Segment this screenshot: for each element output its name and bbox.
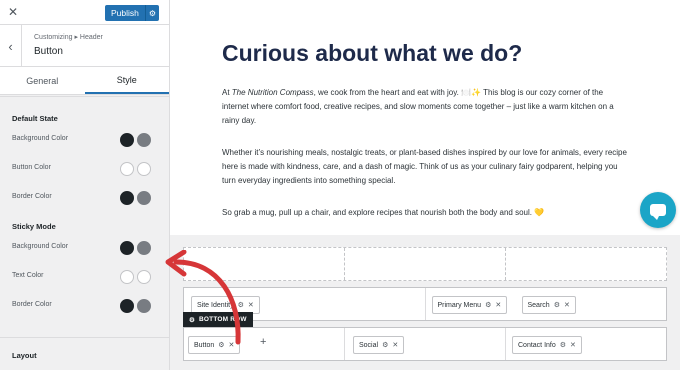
close-icon[interactable]: ✕ bbox=[495, 301, 501, 309]
row-label: Border Color bbox=[12, 301, 52, 308]
group-title-layout: Layout bbox=[12, 351, 37, 360]
color-swatch[interactable] bbox=[137, 191, 151, 205]
gear-icon[interactable]: ⚙ bbox=[382, 341, 388, 349]
annotation-arrow bbox=[165, 250, 241, 345]
color-swatch[interactable] bbox=[137, 133, 151, 147]
add-item-icon[interactable]: + bbox=[260, 336, 266, 348]
row-label: Border Color bbox=[12, 193, 52, 200]
chat-bubble-icon bbox=[650, 204, 666, 220]
chevron-left-icon[interactable]: ‹ bbox=[0, 25, 22, 67]
paragraph-intro: At The Nutrition Compass, we cook from t… bbox=[222, 86, 630, 128]
close-icon[interactable]: ✕ bbox=[392, 341, 398, 349]
builder-top-row bbox=[183, 247, 667, 281]
color-swatches bbox=[120, 162, 151, 176]
page-title: Curious about what we do? bbox=[222, 40, 523, 66]
chat-button[interactable] bbox=[640, 192, 676, 228]
row-label: Button Color bbox=[12, 164, 51, 171]
color-swatch[interactable] bbox=[120, 133, 134, 147]
builder-item-contact-info[interactable]: Contact Info ⚙ ✕ bbox=[512, 336, 582, 354]
builder-item-primary-menu[interactable]: Primary Menu ⚙ ✕ bbox=[431, 296, 508, 314]
color-swatch[interactable] bbox=[120, 270, 134, 284]
customizer-topbar: ✕ Publish ⚙ bbox=[0, 0, 169, 25]
tab-style[interactable]: Style bbox=[84, 67, 169, 94]
row-label: Text Color bbox=[12, 272, 44, 279]
color-swatches bbox=[120, 191, 151, 205]
tab-general[interactable]: General bbox=[0, 67, 85, 94]
gear-icon[interactable]: ⚙ bbox=[485, 301, 491, 309]
color-swatch[interactable] bbox=[137, 162, 151, 176]
publish-label: Publish bbox=[111, 8, 139, 18]
gear-icon[interactable]: ⚙ bbox=[145, 5, 159, 21]
paragraph-body: Whether it’s nourishing meals, nostalgic… bbox=[222, 148, 627, 185]
color-swatches bbox=[120, 133, 151, 147]
builder-bottom-row: Button ⚙ ✕ + Social ⚙ ✕ Contact Info ⚙ ✕ bbox=[183, 327, 667, 361]
breadcrumb: Customizing ▸ Header bbox=[34, 34, 103, 41]
paragraph-closing: So grab a mug, pull up a chair, and expl… bbox=[222, 208, 545, 217]
tab-bar: General Style bbox=[0, 67, 169, 95]
gear-icon[interactable]: ⚙ bbox=[554, 301, 560, 309]
section-title: Button bbox=[34, 46, 63, 57]
color-swatch[interactable] bbox=[120, 299, 134, 313]
group-title-sticky-mode: Sticky Mode bbox=[12, 222, 56, 231]
row-label: Background Color bbox=[12, 135, 69, 142]
builder-main-row: Site Identity ⚙ ✕ Primary Menu ⚙ ✕ Searc… bbox=[183, 287, 667, 321]
close-icon[interactable]: ✕ bbox=[8, 5, 18, 19]
builder-cell[interactable]: Primary Menu ⚙ ✕ Search ⚙ ✕ bbox=[426, 288, 667, 320]
close-icon[interactable]: ✕ bbox=[570, 341, 576, 349]
text: At bbox=[222, 88, 232, 97]
publish-button[interactable]: Publish ⚙ bbox=[105, 5, 159, 21]
group-title-default-state: Default State bbox=[12, 114, 58, 123]
color-swatch[interactable] bbox=[120, 162, 134, 176]
row-label: Background Color bbox=[12, 243, 69, 250]
color-swatch[interactable] bbox=[120, 191, 134, 205]
item-label: Contact Info bbox=[518, 341, 556, 349]
color-swatch[interactable] bbox=[120, 241, 134, 255]
gear-icon[interactable]: ⚙ bbox=[560, 341, 566, 349]
builder-cell[interactable]: Social ⚙ ✕ bbox=[345, 328, 506, 360]
divider bbox=[0, 96, 169, 97]
brand-name: The Nutrition Compass bbox=[231, 88, 314, 97]
builder-cell[interactable] bbox=[345, 248, 506, 280]
item-label: Search bbox=[527, 301, 550, 309]
item-label: Primary Menu bbox=[437, 301, 482, 309]
section-header: ‹ Customizing ▸ Header Button bbox=[0, 25, 169, 67]
builder-cell[interactable] bbox=[506, 248, 666, 280]
close-icon[interactable]: ✕ bbox=[564, 301, 570, 309]
builder-item-search[interactable]: Search ⚙ ✕ bbox=[521, 296, 576, 314]
builder-item-social[interactable]: Social ⚙ ✕ bbox=[353, 336, 405, 354]
builder-cell[interactable]: Contact Info ⚙ ✕ bbox=[506, 328, 666, 360]
item-label: Social bbox=[359, 341, 379, 349]
